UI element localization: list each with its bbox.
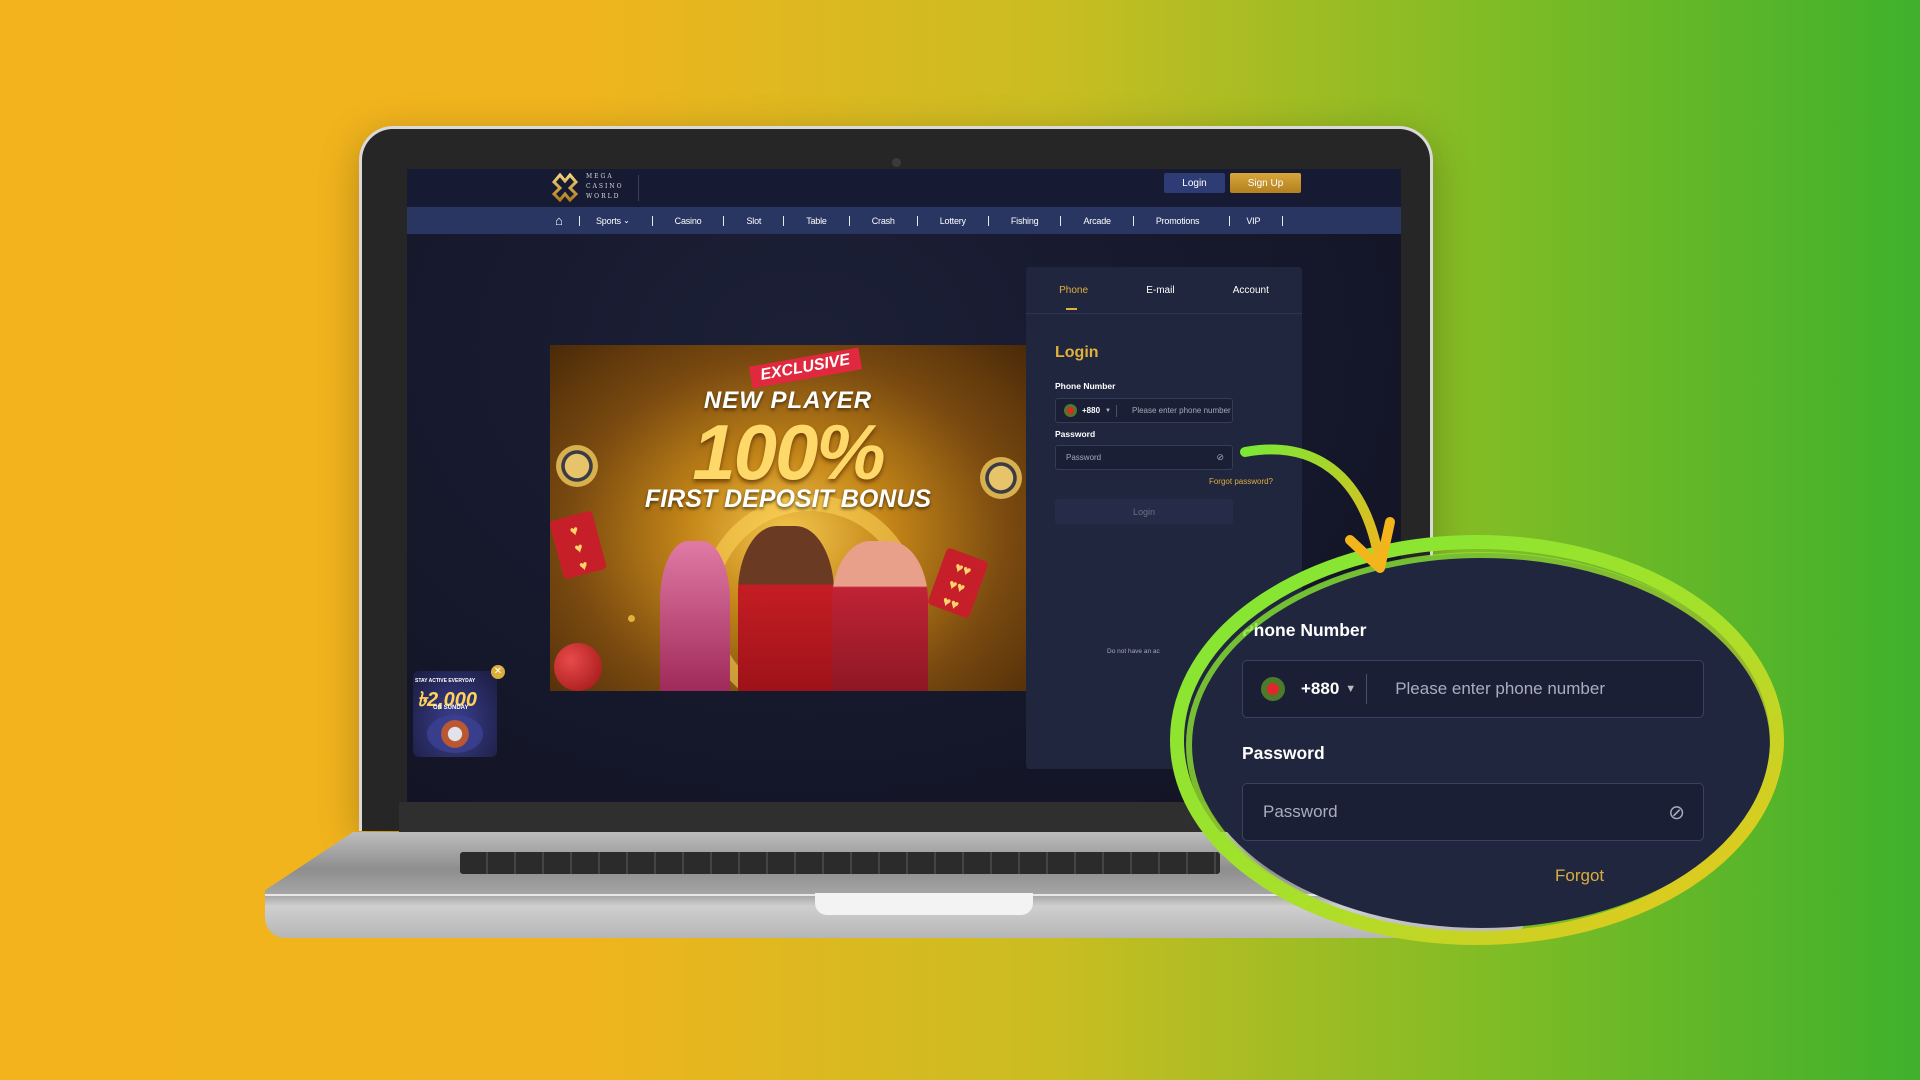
casino-chip-icon — [980, 457, 1022, 499]
promo-banner[interactable]: EXCLUSIVE NEW PLAYER 100% FIRST DEPOSIT … — [550, 345, 1026, 691]
phone-label: Phone Number — [1055, 381, 1116, 391]
casino-chip-icon — [556, 445, 598, 487]
active-tab-indicator — [1066, 308, 1077, 310]
login-submit-button[interactable]: Login — [1055, 499, 1233, 524]
main-nav: ⌂ Sports ⌄ Casino Slot Table Crash Lotte… — [407, 207, 1401, 234]
nav-separator — [1282, 215, 1284, 226]
country-code[interactable]: +880 — [1082, 406, 1100, 415]
eye-off-icon[interactable]: ⊘ — [1216, 452, 1224, 463]
caret-down-icon[interactable]: ▼ — [1105, 408, 1111, 414]
webcam — [892, 158, 901, 167]
arrow-icon — [1240, 444, 1395, 573]
nav-item-vip[interactable]: VIP — [1246, 216, 1260, 226]
nav-item-crash[interactable]: Crash — [872, 216, 895, 226]
login-title: Login — [1055, 344, 1099, 361]
promo-top-text: STAY ACTIVE EVERYDAY — [415, 678, 476, 684]
nav-item-slot[interactable]: Slot — [746, 216, 761, 226]
nav-separator — [1060, 215, 1062, 226]
ring-stroke-inner — [1186, 552, 1776, 938]
promo-amount: ৳2,000 — [417, 689, 478, 711]
nav-item-casino[interactable]: Casino — [675, 216, 702, 226]
site-header: MEGA CASINO WORLD Login Sign Up — [407, 169, 1401, 207]
keyboard — [460, 852, 1220, 874]
close-icon[interactable]: ✕ — [491, 665, 505, 679]
nav-separator — [916, 215, 918, 226]
header-divider — [638, 175, 639, 201]
site-logo[interactable]: MEGA CASINO WORLD — [550, 172, 624, 202]
nav-item-arcade[interactable]: Arcade — [1083, 216, 1111, 226]
promo-subtext: ON SUNDAY — [433, 705, 469, 711]
playing-card-icon: ♥♥ ♥♥ ♥♥ — [927, 547, 989, 619]
sports-balls-icon — [427, 715, 483, 753]
header-signup-button[interactable]: Sign Up — [1230, 173, 1301, 193]
field-divider — [1115, 404, 1117, 417]
nav-separator — [987, 215, 989, 226]
nav-item-sports[interactable]: Sports ⌄ — [596, 216, 630, 226]
phone-field[interactable]: +880 ▼ Please enter phone number — [1055, 398, 1233, 423]
playing-card-icon: ♥ ♥ ♥ — [550, 510, 608, 580]
header-login-button[interactable]: Login — [1164, 173, 1225, 193]
nav-separator — [1132, 215, 1134, 226]
phone-input[interactable]: Please enter phone number — [1132, 406, 1231, 415]
laptop-notch — [815, 893, 1033, 915]
character-mascot — [832, 541, 928, 691]
nav-separator — [651, 215, 653, 226]
nav-separator — [723, 215, 725, 226]
tab-phone[interactable]: Phone — [1059, 285, 1088, 296]
nav-item-table[interactable]: Table — [806, 216, 827, 226]
tab-account[interactable]: Account — [1233, 285, 1269, 296]
highlight-ring — [1170, 535, 1784, 945]
character-woman — [738, 526, 834, 691]
banner-subheadline: FIRST DEPOSIT BONUS — [644, 485, 932, 513]
no-account-text: Do not have an ac — [1107, 648, 1160, 655]
character-golfer — [660, 541, 730, 691]
tab-email[interactable]: E-mail — [1146, 285, 1174, 296]
cricket-ball-icon — [554, 643, 602, 691]
home-icon[interactable]: ⌂ — [555, 213, 569, 228]
nav-separator — [783, 215, 785, 226]
nav-separator — [1229, 215, 1231, 226]
nav-item-promotions[interactable]: Promotions — [1156, 216, 1200, 226]
promo-widget[interactable]: STAY ACTIVE EVERYDAY ৳2,000 ON SUNDAY — [413, 671, 497, 757]
password-label: Password — [1055, 429, 1096, 439]
login-tabs: Phone E-mail Account — [1026, 267, 1302, 314]
nav-item-fishing[interactable]: Fishing — [1011, 216, 1039, 226]
password-field[interactable]: Password ⊘ — [1055, 445, 1233, 470]
logo-mark-icon — [551, 172, 579, 202]
nav-separator — [848, 215, 850, 226]
carousel-dot[interactable] — [628, 615, 635, 622]
exclusive-badge: EXCLUSIVE — [748, 347, 862, 389]
chevron-down-icon: ⌄ — [623, 216, 630, 225]
password-input[interactable]: Password — [1066, 453, 1101, 462]
logo-text: MEGA CASINO WORLD — [586, 173, 624, 200]
nav-item-lottery[interactable]: Lottery — [940, 216, 966, 226]
bangladesh-flag-icon — [1064, 404, 1077, 417]
nav-separator — [579, 215, 580, 226]
nav-label: Sports — [596, 215, 621, 226]
